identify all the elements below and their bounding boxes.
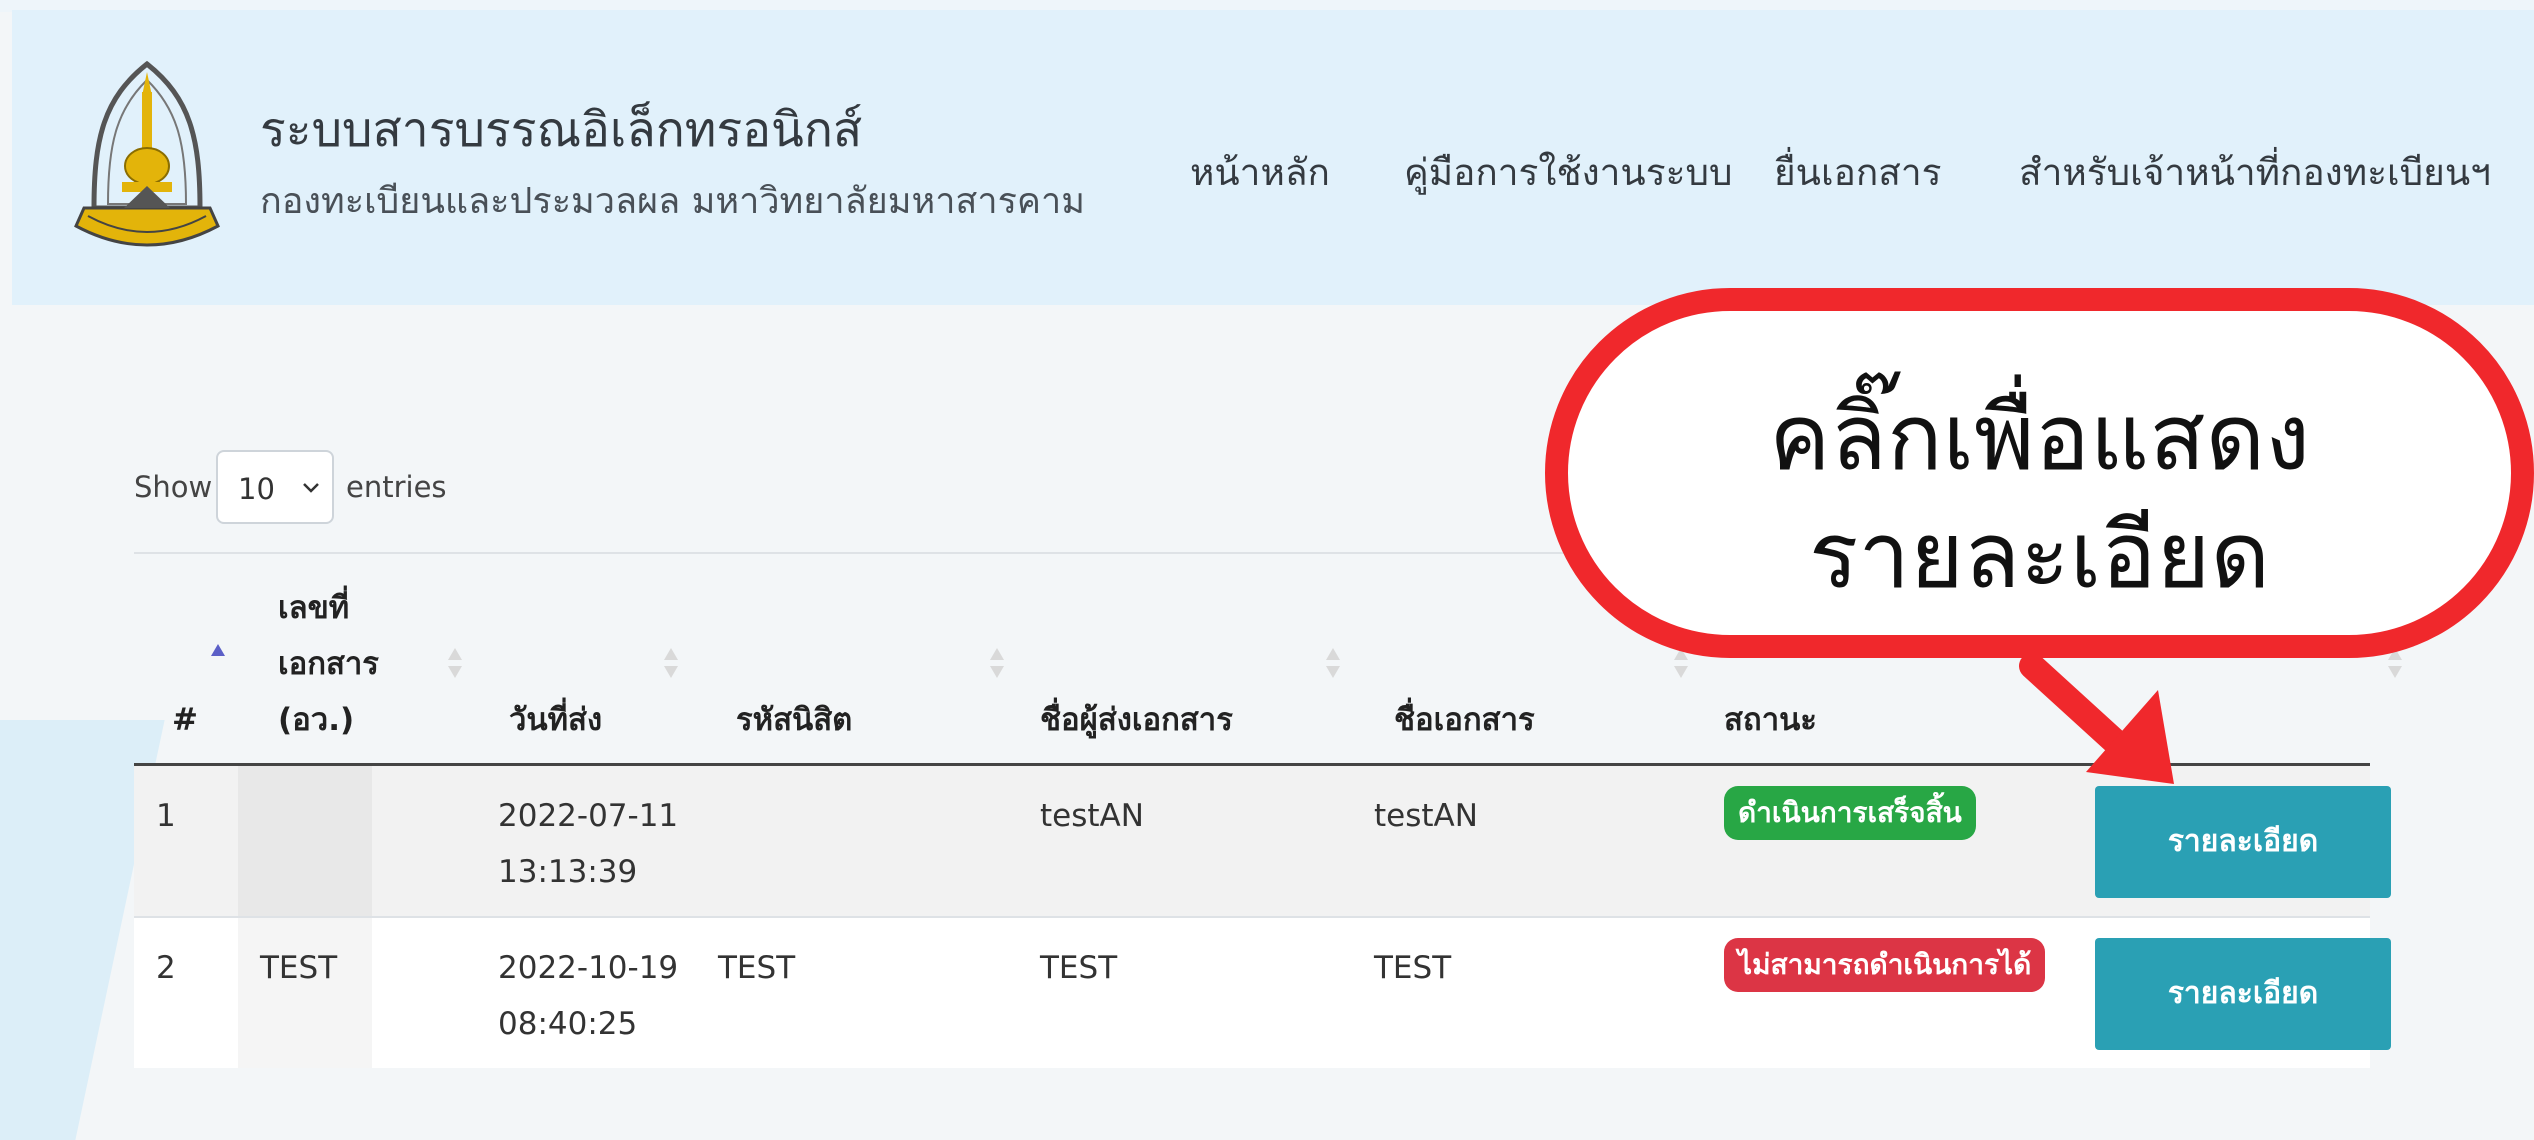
sort-icon[interactable] [446,646,464,680]
details-button[interactable]: รายละเอียด [2095,938,2391,1050]
site-title: ระบบสารบรรณอิเล็กทรอนิกส์ [260,102,863,158]
cell-doc-name: testAN [1374,798,1478,834]
site-header: ระบบสารบรรณอิเล็กทรอนิกส์ กองทะเบียนและป… [12,10,2534,305]
cell-number: 1 [156,798,176,834]
arrow-annotation [2019,656,2174,784]
site-subtitle: กองทะเบียนและประมวลผล มหาวิทยาลัยมหาสารค… [260,181,1085,222]
column-header-doc-no-line3[interactable]: (อว.) [278,692,354,748]
column-header-doc-name[interactable]: ชื่อเอกสาร [1394,692,1535,748]
sorted-column-cell [238,766,372,916]
nav-home[interactable]: หน้าหลัก [1190,143,1330,202]
status-badge: ดำเนินการเสร็จสิ้น [1724,786,1976,840]
nav-staff[interactable]: สำหรับเจ้าหน้าที่กองทะเบียนฯ [2019,143,2491,202]
cell-time: 13:13:39 [498,854,638,890]
sort-icon[interactable] [988,646,1006,680]
cell-doc-no: TEST [260,950,338,986]
chevron-down-icon [303,483,319,493]
table-row: 2 TEST 2022-10-19 08:40:25 TEST TEST TES… [134,918,2391,1068]
column-header-student-id[interactable]: รหัสนิสิต [736,692,852,748]
cell-student-id: TEST [718,950,796,986]
column-header-doc-no-line2[interactable]: เอกสาร [278,636,379,692]
table-row: 1 2022-07-11 13:13:39 testAN testAN ดำเน… [134,766,2391,916]
sort-asc-icon[interactable] [210,642,226,658]
university-seal-logo [74,60,220,247]
cell-date: 2022-07-11 [498,798,679,834]
column-header-doc-no-line1[interactable]: เลขที่ [278,580,349,636]
column-header-date[interactable]: วันที่ส่ง [509,692,602,748]
column-header-sender[interactable]: ชื่อผู้ส่งเอกสาร [1040,692,1233,748]
cell-sender: testAN [1040,798,1144,834]
cell-date: 2022-10-19 [498,950,679,986]
cell-time: 08:40:25 [498,1006,638,1042]
cell-doc-name: TEST [1374,950,1452,986]
details-button[interactable]: รายละเอียด [2095,786,2391,898]
entries-select[interactable]: 10 [216,450,334,524]
status-badge: ไม่สามารถดำเนินการได้ [1724,938,2046,992]
sort-icon[interactable] [1324,646,1342,680]
sort-icon[interactable] [662,646,680,680]
column-header-number[interactable]: # [172,692,198,748]
cell-number: 2 [156,950,176,986]
nav-submit-document[interactable]: ยื่นเอกสาร [1774,143,1941,202]
nav-manual[interactable]: คู่มือการใช้งานระบบ [1404,143,1732,202]
length-show-label: Show [134,470,213,504]
callout-line-2: รายละเอียด [1808,502,2271,609]
cell-sender: TEST [1040,950,1118,986]
length-entries-label: entries [346,470,447,504]
callout-bubble: คลิ๊กเพื่อแสดง รายละเอียด [1545,288,2534,658]
column-header-status[interactable]: สถานะ [1724,692,1817,748]
entries-select-value: 10 [238,472,275,506]
